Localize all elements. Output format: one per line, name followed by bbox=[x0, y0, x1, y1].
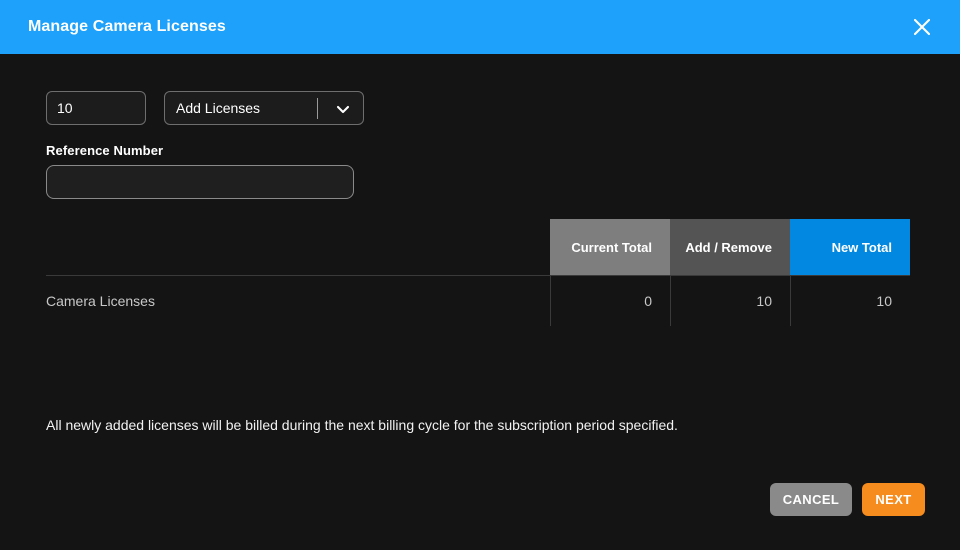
reference-number-label: Reference Number bbox=[46, 143, 163, 158]
table-header-add-remove: Add / Remove bbox=[670, 219, 790, 275]
table-cell-add-remove: 10 bbox=[670, 276, 790, 326]
table-cell-current-total: 0 bbox=[550, 276, 670, 326]
close-icon[interactable] bbox=[906, 11, 938, 43]
table-cell-new-total: 10 bbox=[790, 276, 910, 326]
license-action-select[interactable]: Add Licenses bbox=[164, 91, 364, 125]
dialog-footer: CANCEL NEXT bbox=[770, 483, 925, 516]
next-button[interactable]: NEXT bbox=[862, 483, 925, 516]
manage-camera-licenses-dialog: Manage Camera Licenses Add Licenses bbox=[0, 0, 960, 550]
cancel-button[interactable]: CANCEL bbox=[770, 483, 852, 516]
table-header-new-total: New Total bbox=[790, 219, 910, 275]
dialog-titlebar: Manage Camera Licenses bbox=[0, 0, 960, 54]
license-action-select-value: Add Licenses bbox=[165, 100, 260, 116]
reference-number-input[interactable] bbox=[46, 165, 354, 199]
table-row: Camera Licenses 0 10 10 bbox=[46, 276, 910, 326]
quantity-input[interactable] bbox=[46, 91, 146, 125]
table-header-spacer bbox=[46, 219, 550, 275]
dialog-title: Manage Camera Licenses bbox=[28, 0, 226, 54]
dialog-body: Add Licenses Reference Number Current To… bbox=[0, 54, 960, 550]
license-controls-row: Add Licenses bbox=[46, 91, 364, 125]
billing-note: All newly added licenses will be billed … bbox=[46, 417, 678, 433]
chevron-down-icon[interactable] bbox=[335, 92, 351, 126]
table-header-row: Current Total Add / Remove New Total bbox=[46, 219, 910, 275]
table-header-current-total: Current Total bbox=[550, 219, 670, 275]
license-summary-table: Current Total Add / Remove New Total Cam… bbox=[46, 219, 910, 326]
table-cell-label: Camera Licenses bbox=[46, 276, 550, 326]
select-divider bbox=[317, 98, 318, 119]
